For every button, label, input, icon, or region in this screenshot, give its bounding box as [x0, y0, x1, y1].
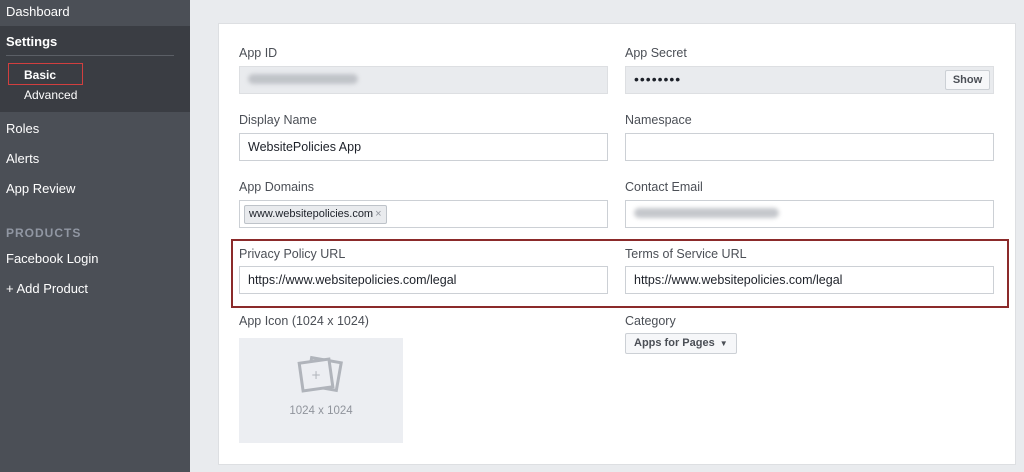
- category-dropdown[interactable]: Apps for Pages ▼: [625, 333, 737, 354]
- settings-divider: [6, 55, 174, 56]
- app-secret-field: •••••••• Show: [625, 66, 994, 94]
- contact-email-redacted: [634, 208, 779, 218]
- image-icon: +: [297, 355, 343, 393]
- app-icon-size: 1024 x 1024: [289, 405, 353, 417]
- contact-email-label: Contact Email: [625, 180, 703, 194]
- sidebar-item-roles[interactable]: Roles: [6, 121, 39, 136]
- display-name-label: Display Name: [239, 113, 317, 127]
- app-secret-value: ••••••••: [634, 71, 682, 87]
- sidebar-item-facebook-login[interactable]: Facebook Login: [6, 251, 99, 266]
- basic-settings-panel: App ID App Secret •••••••• Show Display …: [218, 23, 1016, 465]
- app-icon-label: App Icon (1024 x 1024): [239, 314, 369, 328]
- app-id-redacted: [248, 74, 358, 84]
- sidebar-item-advanced[interactable]: Advanced: [24, 88, 77, 102]
- contact-email-input[interactable]: [625, 200, 994, 228]
- products-header: PRODUCTS: [6, 226, 82, 240]
- namespace-input[interactable]: [625, 133, 994, 161]
- app-domains-input[interactable]: www.websitepolicies.com ×: [239, 200, 608, 228]
- app-domain-tag-label: www.websitepolicies.com: [249, 208, 374, 220]
- sidebar-item-alerts[interactable]: Alerts: [6, 151, 39, 166]
- terms-of-service-input[interactable]: https://www.websitepolicies.com/legal: [625, 266, 994, 294]
- category-label: Category: [625, 314, 676, 328]
- privacy-policy-label: Privacy Policy URL: [239, 247, 346, 261]
- sidebar-item-dashboard[interactable]: Dashboard: [6, 4, 70, 19]
- display-name-input[interactable]: WebsitePolicies App: [239, 133, 608, 161]
- app-id-label: App ID: [239, 46, 278, 60]
- app-id-field: [239, 66, 608, 94]
- terms-of-service-label: Terms of Service URL: [625, 247, 747, 261]
- namespace-label: Namespace: [625, 113, 692, 127]
- app-secret-label: App Secret: [625, 46, 687, 60]
- sidebar-item-basic[interactable]: Basic: [8, 63, 83, 85]
- app-domain-tag: www.websitepolicies.com ×: [244, 205, 387, 224]
- category-value: Apps for Pages: [634, 337, 715, 349]
- caret-down-icon: ▼: [719, 339, 728, 348]
- sidebar-item-settings[interactable]: Settings: [6, 34, 57, 49]
- app-icon-upload[interactable]: + 1024 x 1024: [239, 338, 403, 443]
- show-secret-button[interactable]: Show: [945, 70, 990, 90]
- privacy-policy-input[interactable]: https://www.websitepolicies.com/legal: [239, 266, 608, 294]
- sidebar-item-app-review[interactable]: App Review: [6, 181, 75, 196]
- sidebar-item-basic-label: Basic: [24, 68, 57, 82]
- settings-section: Settings Basic Advanced: [0, 26, 190, 112]
- sidebar-item-add-product[interactable]: + Add Product: [6, 281, 88, 296]
- sidebar: Dashboard Settings Basic Advanced Roles …: [0, 0, 190, 472]
- svg-text:+: +: [311, 368, 321, 382]
- app-domains-label: App Domains: [239, 180, 315, 194]
- remove-tag-icon[interactable]: ×: [375, 208, 381, 220]
